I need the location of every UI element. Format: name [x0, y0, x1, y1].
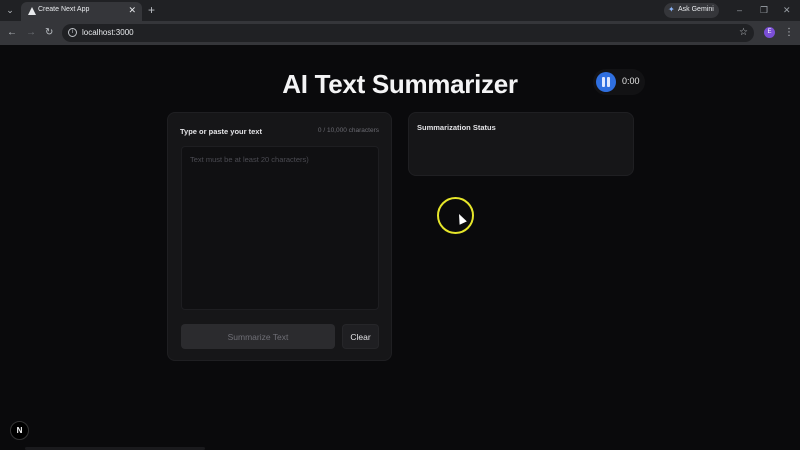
- next-favicon-icon: [28, 7, 36, 15]
- tab-close-icon[interactable]: ✕: [128, 5, 136, 15]
- url-text: localhost:3000: [82, 28, 134, 37]
- summarize-button[interactable]: Summarize Text: [181, 324, 335, 349]
- address-bar[interactable]: i localhost:3000 ☆: [62, 24, 754, 42]
- page-title: AI Text Summarizer: [282, 69, 518, 99]
- recorder-time: 0:00: [622, 76, 640, 86]
- close-window-icon[interactable]: ✕: [783, 4, 791, 16]
- kebab-menu-icon[interactable]: ⋮: [784, 26, 794, 39]
- browser-toolbar: ← → ↻ i localhost:3000 ☆ E ⋮: [0, 21, 800, 45]
- minimize-icon[interactable]: –: [737, 4, 742, 16]
- tab-title: Create Next App: [38, 6, 90, 13]
- forward-arrow-icon[interactable]: →: [26, 26, 36, 40]
- page-viewport: AI Text Summarizer 0:00 Type or paste yo…: [0, 45, 800, 450]
- profile-avatar[interactable]: E: [764, 27, 775, 38]
- pause-bar-right: [607, 77, 610, 87]
- text-input[interactable]: [181, 146, 379, 310]
- status-card: Summarization Status: [408, 112, 634, 176]
- recorder-widget: 0:00: [593, 69, 645, 95]
- clear-button[interactable]: Clear: [342, 324, 379, 349]
- char-count: 0 / 10,000 characters: [317, 127, 379, 134]
- input-label: Type or paste your text: [180, 127, 262, 136]
- back-arrow-icon[interactable]: ←: [7, 26, 17, 40]
- site-info-icon[interactable]: i: [68, 28, 77, 37]
- input-card: Type or paste your text 0 / 10,000 chara…: [167, 112, 392, 361]
- tab-list-chevron-icon[interactable]: ⌄: [3, 3, 17, 17]
- reload-icon[interactable]: ↻: [45, 26, 53, 40]
- status-title: Summarization Status: [417, 123, 496, 132]
- next-dev-badge[interactable]: N: [10, 421, 29, 440]
- pause-bar-left: [602, 77, 605, 87]
- new-tab-button[interactable]: +: [148, 3, 155, 17]
- pause-icon[interactable]: [596, 72, 616, 92]
- ask-gemini-label: Ask Gemini: [678, 6, 714, 13]
- bookmark-star-icon[interactable]: ☆: [739, 26, 748, 39]
- restore-icon[interactable]: ❐: [760, 4, 768, 16]
- gemini-sparkle-icon: ✦: [668, 5, 675, 14]
- browser-tab[interactable]: Create Next App ✕: [21, 2, 142, 21]
- ask-gemini-button[interactable]: ✦ Ask Gemini: [664, 3, 719, 18]
- browser-tab-strip: ⌄ Create Next App ✕ + ✦ Ask Gemini – ❐ ✕: [0, 0, 800, 21]
